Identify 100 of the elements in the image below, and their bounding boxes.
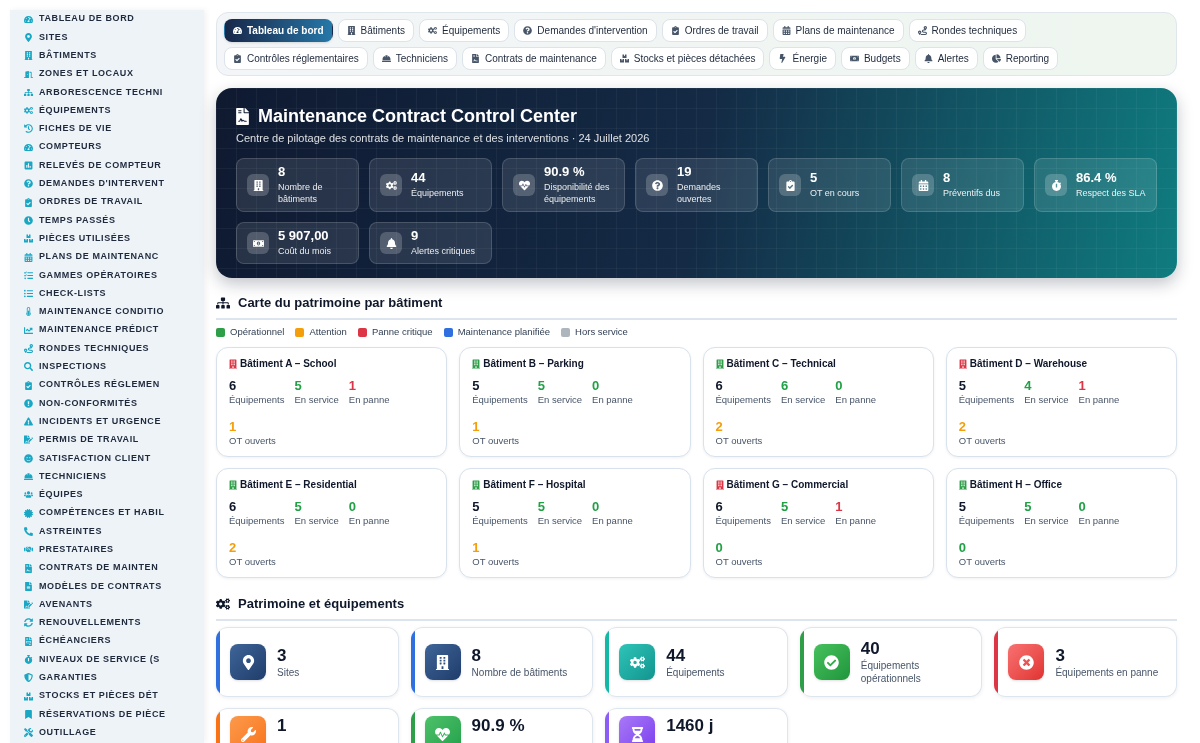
- bell-icon: [380, 232, 402, 254]
- sidebar-item[interactable]: PIÈCES UTILISÉES: [24, 229, 131, 248]
- tab[interactable]: Contrats de maintenance: [462, 47, 606, 70]
- sidebar-item[interactable]: COMPTEURS: [24, 138, 102, 157]
- sidebar-item[interactable]: COMPÉTENCES ET HABIL: [24, 504, 165, 523]
- gears-icon: [24, 106, 33, 116]
- sidebar-item[interactable]: STOCKS ET PIÈCES DÉT: [24, 687, 159, 706]
- pie-chart-icon: [991, 54, 1001, 63]
- stat-label: En panne: [1078, 394, 1120, 406]
- stat-label: Alertes critiques: [411, 245, 476, 257]
- tab[interactable]: Budgets: [840, 47, 910, 70]
- kpi-value: 44: [666, 645, 687, 666]
- sidebar-item[interactable]: GARANTIES: [24, 668, 98, 687]
- stat-label: En panne: [592, 394, 633, 406]
- stat-label: En service: [780, 515, 826, 527]
- tab[interactable]: Tableau de bord: [224, 19, 333, 42]
- stat-value: 0: [958, 540, 966, 555]
- sidebar-item[interactable]: AVENANTS: [24, 595, 93, 614]
- tab[interactable]: Plans de maintenance: [772, 19, 904, 42]
- gears-icon: [380, 174, 402, 196]
- sidebar-item[interactable]: MAINTENANCE CONDITIO: [24, 302, 164, 322]
- sidebar-item[interactable]: TABLEAU DE BORD: [24, 10, 135, 29]
- sidebar-item[interactable]: CONTRATS DE MAINTEN: [24, 558, 159, 578]
- sidebar-item[interactable]: GAMMES OPÉRATOIRES: [24, 266, 158, 285]
- boxes-icon: [24, 691, 33, 701]
- sidebar-item[interactable]: TECHNICIENS: [24, 467, 107, 486]
- sidebar-item[interactable]: CHECK-LISTS: [24, 284, 107, 303]
- tab[interactable]: Alertes: [914, 47, 978, 70]
- stat-value: 5: [958, 499, 967, 514]
- route-icon: [917, 26, 927, 35]
- stat-label: OT ouverts: [715, 435, 763, 447]
- sidebar-item[interactable]: ÉQUIPEMENTS: [24, 101, 112, 120]
- sidebar-item[interactable]: ORDRES DE TRAVAIL: [24, 192, 143, 212]
- tab[interactable]: Reporting: [982, 47, 1059, 70]
- stat-value: 5: [810, 171, 819, 185]
- sidebar-item[interactable]: BÂTIMENTS: [24, 46, 97, 65]
- sidebar-item[interactable]: FICHES DE VIE: [24, 119, 112, 139]
- kpi-value: 3: [1055, 645, 1066, 666]
- sidebar-item[interactable]: INCIDENTS ET URGENCE: [24, 412, 161, 431]
- sidebar-item[interactable]: ÉCHÉANCIERS: [24, 632, 112, 651]
- sidebar-item[interactable]: ÉQUIPES: [24, 485, 84, 504]
- sidebar-item[interactable]: NIVEAUX DE SERVICE (S: [24, 650, 160, 669]
- gauge-icon: [24, 142, 33, 152]
- tab[interactable]: Ordres de travail: [661, 19, 768, 42]
- tab[interactable]: Stocks et pièces détachées: [610, 47, 765, 70]
- stopwatch-icon: [24, 655, 33, 665]
- sidebar-item[interactable]: ARBORESCENCE TECHNI: [24, 83, 163, 102]
- gears-icon: [427, 26, 437, 35]
- search-icon: [24, 362, 33, 372]
- building-name: Bâtiment E – Residential: [240, 478, 357, 491]
- tab[interactable]: Bâtiments: [337, 19, 414, 42]
- stat-value: 1: [348, 378, 358, 393]
- sidebar-item[interactable]: MODÈLES DE CONTRATS: [24, 577, 162, 596]
- sidebar-item[interactable]: SITES: [24, 28, 68, 47]
- sidebar-item[interactable]: RENOUVELLEMENTS: [24, 613, 141, 633]
- sidebar-item[interactable]: RÉSERVATIONS DE PIÈCE: [24, 705, 166, 724]
- sidebar-item[interactable]: OUTILLAGE: [24, 723, 97, 742]
- stat-value: 2: [229, 540, 237, 555]
- stat-value: 9: [411, 229, 420, 243]
- sidebar-item[interactable]: PLANS DE MAINTENANC: [24, 247, 159, 267]
- tab[interactable]: Contrôles réglementaires: [224, 47, 368, 70]
- route-icon: [24, 344, 33, 353]
- clipboard-check-icon: [24, 197, 33, 207]
- gears-icon: [619, 644, 656, 680]
- stat-label: Équipements: [958, 515, 1015, 527]
- sidebar-item[interactable]: PRESTATAIRES: [24, 540, 114, 559]
- heartbeat-icon: [513, 174, 535, 196]
- sidebar-item[interactable]: SATISFACTION CLIENT: [24, 449, 151, 468]
- sidebar-item[interactable]: RELEVÉS DE COMPTEUR: [24, 156, 162, 175]
- stat-value: 4: [1024, 378, 1033, 393]
- tab[interactable]: Énergie: [769, 47, 836, 70]
- sidebar-item[interactable]: DEMANDES D'INTERVENT: [24, 174, 165, 193]
- shield-icon: [24, 673, 33, 683]
- sidebar-item[interactable]: NON-CONFORMITÉS: [24, 394, 138, 413]
- stat-label: En service: [1024, 515, 1069, 527]
- sidebar-item[interactable]: ASTREINTES: [24, 522, 102, 541]
- phone-icon: [24, 526, 33, 536]
- stopwatch-icon: [1045, 174, 1067, 196]
- stat-value: 86.4 %: [1076, 171, 1118, 185]
- stat-value: 0: [835, 378, 844, 393]
- stat-label: OT ouverts: [472, 435, 520, 447]
- sidebar-item[interactable]: RONDES TECHNIQUES: [24, 339, 150, 358]
- tab[interactable]: Techniciens: [372, 47, 457, 70]
- sidebar-item[interactable]: MAINTENANCE PRÉDICT: [24, 321, 159, 340]
- stat-label: En service: [294, 394, 339, 406]
- clipboard-check-icon: [233, 54, 242, 63]
- kpi-value: 3: [277, 645, 288, 666]
- section-title: Patrimoine et équipements: [238, 596, 405, 612]
- tab[interactable]: Rondes techniques: [908, 19, 1027, 42]
- handshake-icon: [24, 545, 33, 555]
- sidebar-item[interactable]: ZONES ET LOCAUX: [24, 64, 134, 84]
- stat-value: 5: [294, 499, 303, 514]
- sidebar-item[interactable]: CONTRÔLES RÉGLEMEN: [24, 375, 160, 395]
- sidebar-item[interactable]: TEMPS PASSÉS: [24, 211, 116, 230]
- signature-icon: [24, 435, 33, 445]
- tab[interactable]: Demandes d'intervention: [514, 19, 657, 42]
- sidebar-item[interactable]: PERMIS DE TRAVAIL: [24, 430, 139, 450]
- stat-label: OT ouverts: [715, 556, 763, 568]
- tab[interactable]: Équipements: [418, 19, 510, 42]
- sidebar-item[interactable]: INSPECTIONS: [24, 357, 107, 376]
